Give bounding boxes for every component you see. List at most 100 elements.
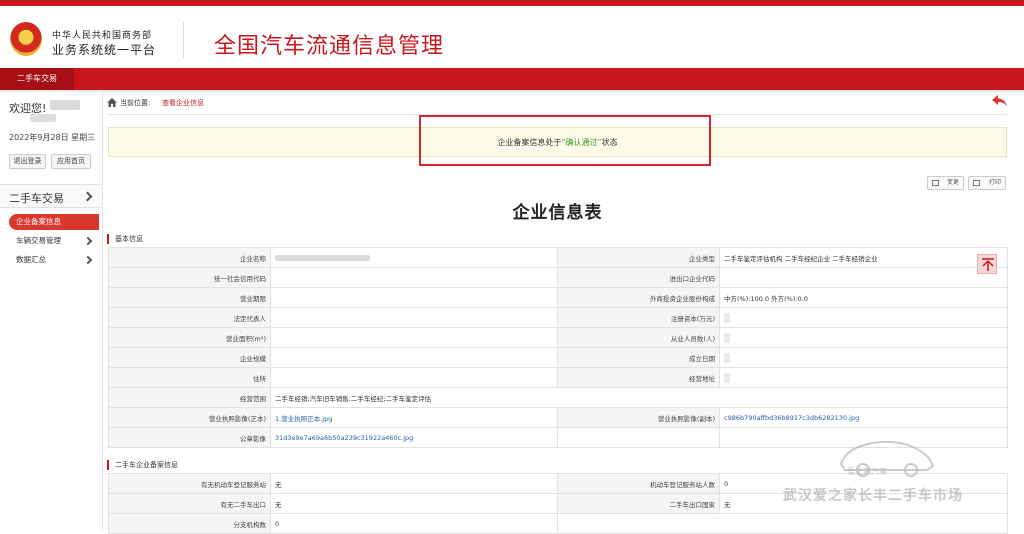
table-row: 营业面积(m²) 从业人员数(人) — [108, 327, 1008, 348]
system-title: 全国汽车流通信息管理 — [214, 34, 445, 59]
nav-tab-used-car-trade[interactable]: 二手车交易 — [0, 68, 74, 90]
current-date: 2022年9月28日 星期三 — [9, 133, 96, 142]
print-label: 打印 — [988, 179, 1001, 186]
print-button[interactable]: 打印 — [968, 176, 1006, 190]
field-label: 有无机动车登记服务站 — [108, 473, 271, 494]
field-label: 分支机构数 — [108, 513, 271, 534]
field-value — [270, 247, 558, 268]
field-value — [270, 367, 558, 388]
breadcrumb-current[interactable]: 查看企业信息 — [162, 98, 204, 108]
field-value — [270, 327, 558, 348]
field-label: 营业面积(m²) — [108, 327, 271, 348]
chevron-right-icon — [83, 236, 93, 246]
license-copy-link[interactable]: c986b790affbd36b8917c3db6282130.jpg — [719, 407, 1008, 428]
table-row: 分支机构数 0 — [108, 513, 1008, 534]
field-value — [719, 347, 1008, 368]
field-label: 注册资本(万元) — [557, 307, 720, 328]
field-value: 二手车经销;汽车旧车销售;二手车经纪;二手车鉴定评估 — [270, 387, 1008, 408]
sidebar-section-used-car-trade[interactable]: 二手车交易 — [0, 184, 102, 208]
empty-cell — [557, 513, 1008, 534]
printer-icon — [973, 180, 980, 186]
field-label: 企业规模 — [108, 347, 271, 368]
blurred-value — [275, 254, 370, 261]
field-label: 成立日期 — [557, 347, 720, 368]
field-value — [270, 347, 558, 368]
field-value — [719, 307, 1008, 328]
field-label: 法定代表人 — [108, 307, 271, 328]
field-label: 经营地址 — [557, 367, 720, 388]
blurred-value — [724, 372, 730, 383]
sidebar-item-label: 数据汇总 — [16, 255, 46, 264]
national-emblem-icon — [10, 22, 42, 56]
empty-cell — [557, 427, 720, 448]
nav-bar: 二手车交易 — [0, 68, 1024, 90]
field-label: 经营范围 — [108, 387, 271, 408]
sidebar-item-vehicle-trade[interactable]: 车辆交易管理 — [9, 233, 99, 249]
field-value — [270, 307, 558, 328]
field-label: 公章影像 — [108, 427, 271, 448]
sidebar-item-label: 企业备案信息 — [16, 217, 61, 226]
field-label: 住所 — [108, 367, 271, 388]
watermark-brand: 爱之家汽车 — [847, 467, 887, 476]
table-row: 法定代表人 注册资本(万元) — [108, 307, 1008, 328]
sidebar-item-label: 车辆交易管理 — [16, 236, 61, 245]
field-label: 企业名称 — [108, 247, 271, 268]
blurred-value — [724, 312, 730, 323]
field-value — [719, 367, 1008, 388]
notice-highlight-frame — [419, 115, 711, 166]
field-label: 营业执照影像(副本) — [557, 407, 720, 428]
field-value: 中方(%):100.0 外方(%):0.0 — [719, 287, 1008, 308]
field-label: 有无二手车出口 — [108, 493, 271, 514]
table-row: 统一社会信用代码 进出口企业代码 — [108, 267, 1008, 288]
back-to-top-button[interactable] — [977, 254, 997, 274]
license-original-link[interactable]: 1.营业执照正本.jpg — [270, 407, 558, 428]
back-arrow-icon[interactable] — [992, 94, 1008, 108]
header-divider — [183, 22, 184, 58]
form-title: 企业信息表 — [512, 203, 603, 223]
basic-info-table: 企业名称 企业类型 二手车鉴定评估机构 二手车经纪企业 二手车经销企业 统一社会信用代… — [108, 247, 1008, 448]
arrow-up-icon — [982, 258, 994, 271]
table-row: 住所 经营地址 — [108, 367, 1008, 388]
table-row: 经营范围 二手车经销;汽车旧车销售;二手车经纪;二手车鉴定评估 — [108, 387, 1008, 408]
platform-name: 业务系统统一平台 — [52, 43, 157, 57]
sidebar-item-enterprise-filing[interactable]: 企业备案信息 — [9, 214, 99, 230]
seal-image-link[interactable]: 31d3e9e7a69a6b50a239c31922a460c.jpg — [270, 427, 558, 448]
blurred-value — [724, 352, 730, 363]
table-row: 营业执照影像(正本) 1.营业执照正本.jpg 营业执照影像(副本) c986b790… — [108, 407, 1008, 428]
field-value: 0 — [270, 513, 558, 534]
app-home-button[interactable]: 应用首页 — [51, 154, 91, 169]
field-value: 无 — [270, 493, 558, 514]
table-row: 营业期限 外商投资企业股份构成 中方(%):100.0 外方(%):0.0 — [108, 287, 1008, 308]
section-basic-info: 基本信息 — [107, 234, 143, 244]
chevron-right-icon — [82, 191, 93, 202]
blurred-value — [724, 332, 730, 343]
header: 中华人民共和国商务部 业务系统统一平台 全国汽车流通信息管理 — [0, 6, 1024, 68]
sidebar: 欢迎您! 2022年9月28日 星期三 退出登录 应用首页 二手车交易 企业备案… — [0, 92, 103, 530]
table-row: 企业规模 成立日期 — [108, 347, 1008, 368]
field-value — [719, 267, 1008, 288]
field-label: 机动车登记服务站人数 — [557, 473, 720, 494]
edit-icon — [932, 180, 939, 186]
field-label: 从业人员数(人) — [557, 327, 720, 348]
field-label: 营业执照影像(正本) — [108, 407, 271, 428]
breadcrumb: 当前位置: 查看企业信息 — [107, 92, 1017, 112]
table-row: 企业名称 企业类型 二手车鉴定评估机构 二手车经纪企业 二手车经销企业 — [108, 247, 1008, 268]
org-name: 中华人民共和国商务部 — [52, 31, 153, 41]
field-value: 无 — [270, 473, 558, 494]
field-label: 进出口企业代码 — [557, 267, 720, 288]
sidebar-item-data-summary[interactable]: 数据汇总 — [9, 252, 99, 268]
chevron-right-icon — [83, 255, 93, 265]
field-label: 企业类型 — [557, 247, 720, 268]
blurred-username — [50, 100, 80, 110]
field-value — [270, 287, 558, 308]
field-label: 外商投资企业股份构成 — [557, 287, 720, 308]
field-value — [719, 327, 1008, 348]
logout-button[interactable]: 退出登录 — [9, 154, 46, 169]
change-button[interactable]: 变更 — [927, 176, 964, 190]
field-value: 二手车鉴定评估机构 二手车经纪企业 二手车经销企业 — [719, 247, 1008, 268]
field-label: 二手车出口国家 — [557, 493, 720, 514]
blurred-username-line2 — [30, 114, 56, 122]
field-label: 统一社会信用代码 — [108, 267, 271, 288]
breadcrumb-prefix: 当前位置: — [120, 99, 151, 107]
section-used-car-filing: 二手车企业备案信息 — [107, 460, 178, 470]
